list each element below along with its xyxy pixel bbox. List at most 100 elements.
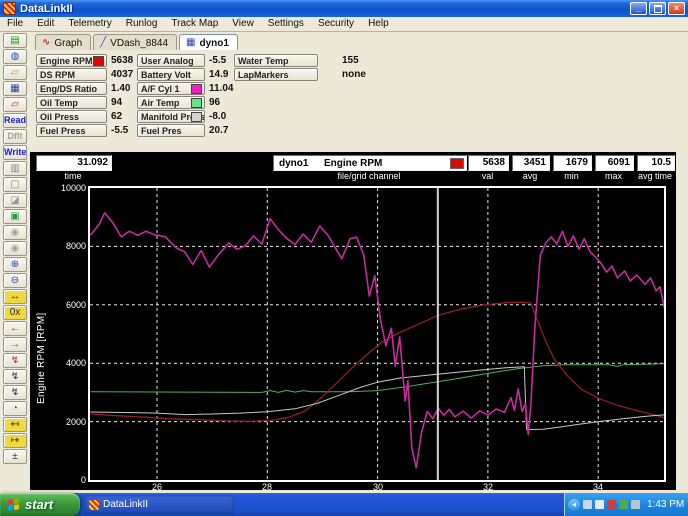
channel-name: Engine RPM — [324, 158, 382, 169]
channel-value-air-temp: 96 — [209, 97, 220, 108]
display-icon[interactable] — [631, 500, 640, 509]
marker-mid-button[interactable]: ↯ — [3, 369, 27, 384]
channel-button-manifold-press[interactable]: Manifold Press — [137, 110, 205, 123]
scroll-right-button[interactable]: → — [3, 337, 27, 352]
shift-right-button[interactable]: ↦ — [3, 433, 27, 448]
channel-color-swatch — [191, 98, 202, 108]
stat-label-min: min — [553, 171, 590, 181]
stat-label-avg: avg — [512, 171, 548, 181]
time-axis-label: time — [36, 171, 110, 181]
marker-end-button[interactable]: ↯ — [3, 385, 27, 400]
shift-left-button[interactable]: ↤ — [3, 417, 27, 432]
channel-button-user-analog[interactable]: User Analog — [137, 54, 205, 67]
disabled-button-1[interactable]: ◉ — [3, 225, 27, 240]
file-link-button[interactable]: ▣ — [3, 209, 27, 224]
cursor-time-box: 31.092 — [36, 155, 112, 171]
channel-button-air-temp[interactable]: Air Temp — [137, 96, 205, 109]
minimize-button[interactable]: _ — [630, 2, 647, 15]
stat-value: 1679 — [566, 157, 588, 168]
open-run-button[interactable]: ▱ — [3, 97, 27, 112]
default-button[interactable]: Dflt — [3, 129, 27, 144]
channel-button-eng-ds-ratio[interactable]: Eng/DS Ratio — [36, 82, 107, 95]
copy-button[interactable]: ▢ — [3, 177, 27, 192]
read-button[interactable]: Read — [3, 113, 27, 128]
zoom-in-button[interactable]: ⊕ — [3, 257, 27, 272]
close-button[interactable]: × — [668, 2, 685, 15]
channel-label: LapMarkers — [238, 70, 289, 80]
channel-button-water-temp[interactable]: Water Temp — [234, 54, 318, 67]
channel-button-battery-volt[interactable]: Battery Volt — [137, 68, 205, 81]
print-button[interactable]: ▥ — [3, 161, 27, 176]
zoom-extents-button[interactable]: ↔ — [3, 289, 27, 304]
tray-chevron-icon[interactable]: ◂ — [568, 499, 580, 511]
erase-button[interactable]: ◪ — [3, 193, 27, 208]
channel-button-a-f-cyl-1[interactable]: A/F Cyl 1 — [137, 82, 205, 95]
graph-icon: ∿ — [42, 38, 50, 48]
menu-security[interactable]: Security — [311, 17, 361, 31]
menu-settings[interactable]: Settings — [261, 17, 311, 31]
restore-button[interactable] — [649, 2, 666, 15]
menu-telemetry[interactable]: Telemetry — [61, 17, 118, 31]
menu-help[interactable]: Help — [361, 17, 396, 31]
stat-value: 5638 — [483, 157, 505, 168]
channel-label: Oil Temp — [40, 98, 78, 108]
channel-button-fuel-pres[interactable]: Fuel Pres — [137, 124, 205, 137]
channel-button-lapmarkers[interactable]: LapMarkers — [234, 68, 318, 81]
channel-value-ds-rpm: 4037 — [111, 69, 133, 80]
menu-file[interactable]: File — [0, 17, 30, 31]
scroll-left-button[interactable]: ← — [3, 321, 27, 336]
stopwatch-button[interactable]: ◔ — [3, 401, 27, 416]
channel-button-engine-rpm[interactable]: Engine RPM — [36, 54, 107, 67]
channel-button-oil-press[interactable]: Oil Press — [36, 110, 107, 123]
x-tick-26: 26 — [142, 482, 172, 492]
menu-edit[interactable]: Edit — [30, 17, 61, 31]
rpm-time-plot[interactable] — [88, 186, 666, 482]
channel-value-lapmarkers: none — [342, 69, 366, 80]
alert-icon[interactable] — [607, 500, 616, 509]
channel-button-fuel-press[interactable]: Fuel Press — [36, 124, 107, 137]
open-folder-button[interactable]: ▱ — [3, 65, 27, 80]
menu-track-map[interactable]: Track Map — [164, 17, 225, 31]
x-tick-34: 34 — [583, 482, 613, 492]
zoom-reset-button[interactable]: 0x — [3, 305, 27, 320]
menu-view[interactable]: View — [225, 17, 261, 31]
disabled-button-2[interactable]: ◉ — [3, 241, 27, 256]
channel-value-fuel-press: -5.5 — [111, 125, 128, 136]
channel-selector-box[interactable]: dyno1 Engine RPM — [273, 155, 467, 171]
tab-dyno1[interactable]: ▦dyno1 — [179, 34, 238, 50]
tab-graph[interactable]: ∿Graph — [35, 34, 91, 50]
menu-runlog[interactable]: Runlog — [119, 17, 165, 31]
x-tick-30: 30 — [363, 482, 393, 492]
channel-value-battery-volt: 14.9 — [209, 69, 228, 80]
channel-file-name: dyno1 — [279, 158, 308, 169]
title-bar: DataLinkII _ × — [0, 0, 688, 17]
channel-button-ds-rpm[interactable]: DS RPM — [36, 68, 107, 81]
tab-vdash-8844[interactable]: ╱VDash_8844 — [93, 34, 177, 50]
system-tray: ◂ 1:43 PM — [564, 493, 688, 516]
datalink-window: DataLinkII _ × FileEditTelemetryRunlogTr… — [0, 0, 688, 516]
network-icon[interactable] — [583, 500, 592, 509]
left-toolbar: ▤◍▱▦▱ReadDfltWrite▥▢◪▣◉◉⊕⊖↔0x←→↯↯↯◔↤↦± — [0, 32, 30, 493]
start-button[interactable]: start — [0, 493, 80, 516]
zoom-out-button[interactable]: ⊖ — [3, 273, 27, 288]
channel-value-eng-ds-ratio: 1.40 — [111, 83, 130, 94]
channel-label: DS RPM — [40, 70, 75, 80]
channel-label: Air Temp — [141, 98, 179, 108]
taskbar-task-datalinkii[interactable]: DataLinkII — [84, 495, 234, 514]
app-icon — [3, 2, 16, 15]
magnifier-icon[interactable] — [595, 500, 604, 509]
chart-icon[interactable] — [619, 500, 628, 509]
new-file-button[interactable]: ▤ — [3, 33, 27, 48]
channel-label: A/F Cyl 1 — [141, 84, 180, 94]
channel-value-a-f-cyl-1: 11.04 — [209, 83, 233, 94]
lasso-button[interactable]: ± — [3, 449, 27, 464]
marker-start-button[interactable]: ↯ — [3, 353, 27, 368]
file-grid-channel-label: file/grid channel — [273, 171, 465, 181]
stat-box-min: 1679 — [553, 155, 592, 171]
write-button[interactable]: Write — [3, 145, 27, 160]
stat-label-val: val — [468, 171, 507, 181]
channel-button-oil-temp[interactable]: Oil Temp — [36, 96, 107, 109]
channel-label: Battery Volt — [141, 70, 191, 80]
save-button[interactable]: ▦ — [3, 81, 27, 96]
globe-icon[interactable]: ◍ — [3, 49, 27, 64]
